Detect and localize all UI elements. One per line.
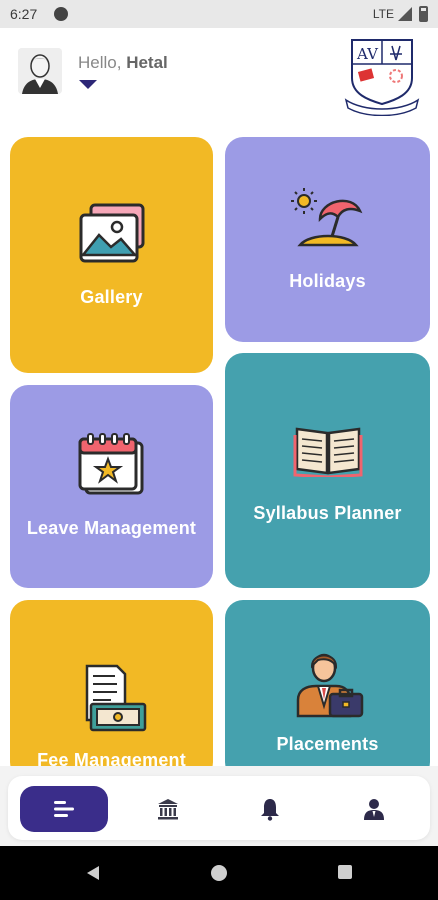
notification-app-icon: [54, 7, 68, 21]
user-name: Hetal: [126, 53, 168, 72]
tile-placements[interactable]: Placements: [225, 600, 430, 780]
tile-syllabus-planner[interactable]: Syllabus Planner: [225, 353, 430, 588]
battery-icon: [419, 6, 428, 22]
institution-icon: [158, 799, 178, 820]
logo-text: AV: [356, 45, 379, 63]
profile-icon: [364, 799, 384, 820]
avatar[interactable]: [18, 48, 62, 94]
greeting: Hello, Hetal: [78, 53, 168, 73]
status-time: 6:27: [10, 6, 38, 22]
bill-money-icon: [85, 664, 146, 732]
bell-icon: [261, 799, 279, 821]
nav-home[interactable]: [20, 786, 108, 832]
tile-gallery[interactable]: Gallery: [10, 137, 213, 373]
nav-profile[interactable]: [330, 786, 418, 832]
network-type: LTE: [372, 7, 394, 21]
tile-gallery-label: Gallery: [80, 287, 143, 307]
beach-umbrella-icon: [290, 188, 362, 247]
open-book-icon: [293, 427, 362, 477]
tile-syllabus-planner-label: Syllabus Planner: [253, 503, 402, 523]
greeting-text: Hello,: [78, 53, 122, 72]
home-icon[interactable]: [210, 864, 228, 882]
tile-leave-management-label: Leave Management: [26, 518, 197, 538]
signal-icon: [398, 7, 412, 21]
user-avatar-icon: [18, 48, 62, 94]
calendar-star-icon: [78, 433, 143, 495]
header: Hello, Hetal AV: [0, 28, 438, 128]
system-nav-bar: [0, 846, 438, 900]
bottom-nav: [8, 776, 430, 840]
tile-holidays[interactable]: Holidays: [225, 137, 430, 342]
nav-institution[interactable]: [124, 786, 212, 832]
status-bar: 6:27 LTE: [0, 0, 438, 28]
recents-icon[interactable]: [337, 864, 353, 880]
back-icon[interactable]: [84, 864, 102, 882]
gallery-icon: [79, 203, 144, 263]
nav-notifications[interactable]: [226, 786, 314, 832]
tile-fee-management[interactable]: Fee Management: [10, 600, 213, 780]
tile-holidays-label: Holidays: [289, 271, 366, 291]
businessman-icon: [296, 653, 363, 718]
tile-leave-management[interactable]: Leave Management: [10, 385, 213, 588]
tile-placements-label: Placements: [276, 734, 379, 754]
menu-lines-icon: [54, 801, 74, 817]
chevron-down-icon[interactable]: [78, 78, 98, 90]
school-logo: AV: [344, 39, 420, 116]
